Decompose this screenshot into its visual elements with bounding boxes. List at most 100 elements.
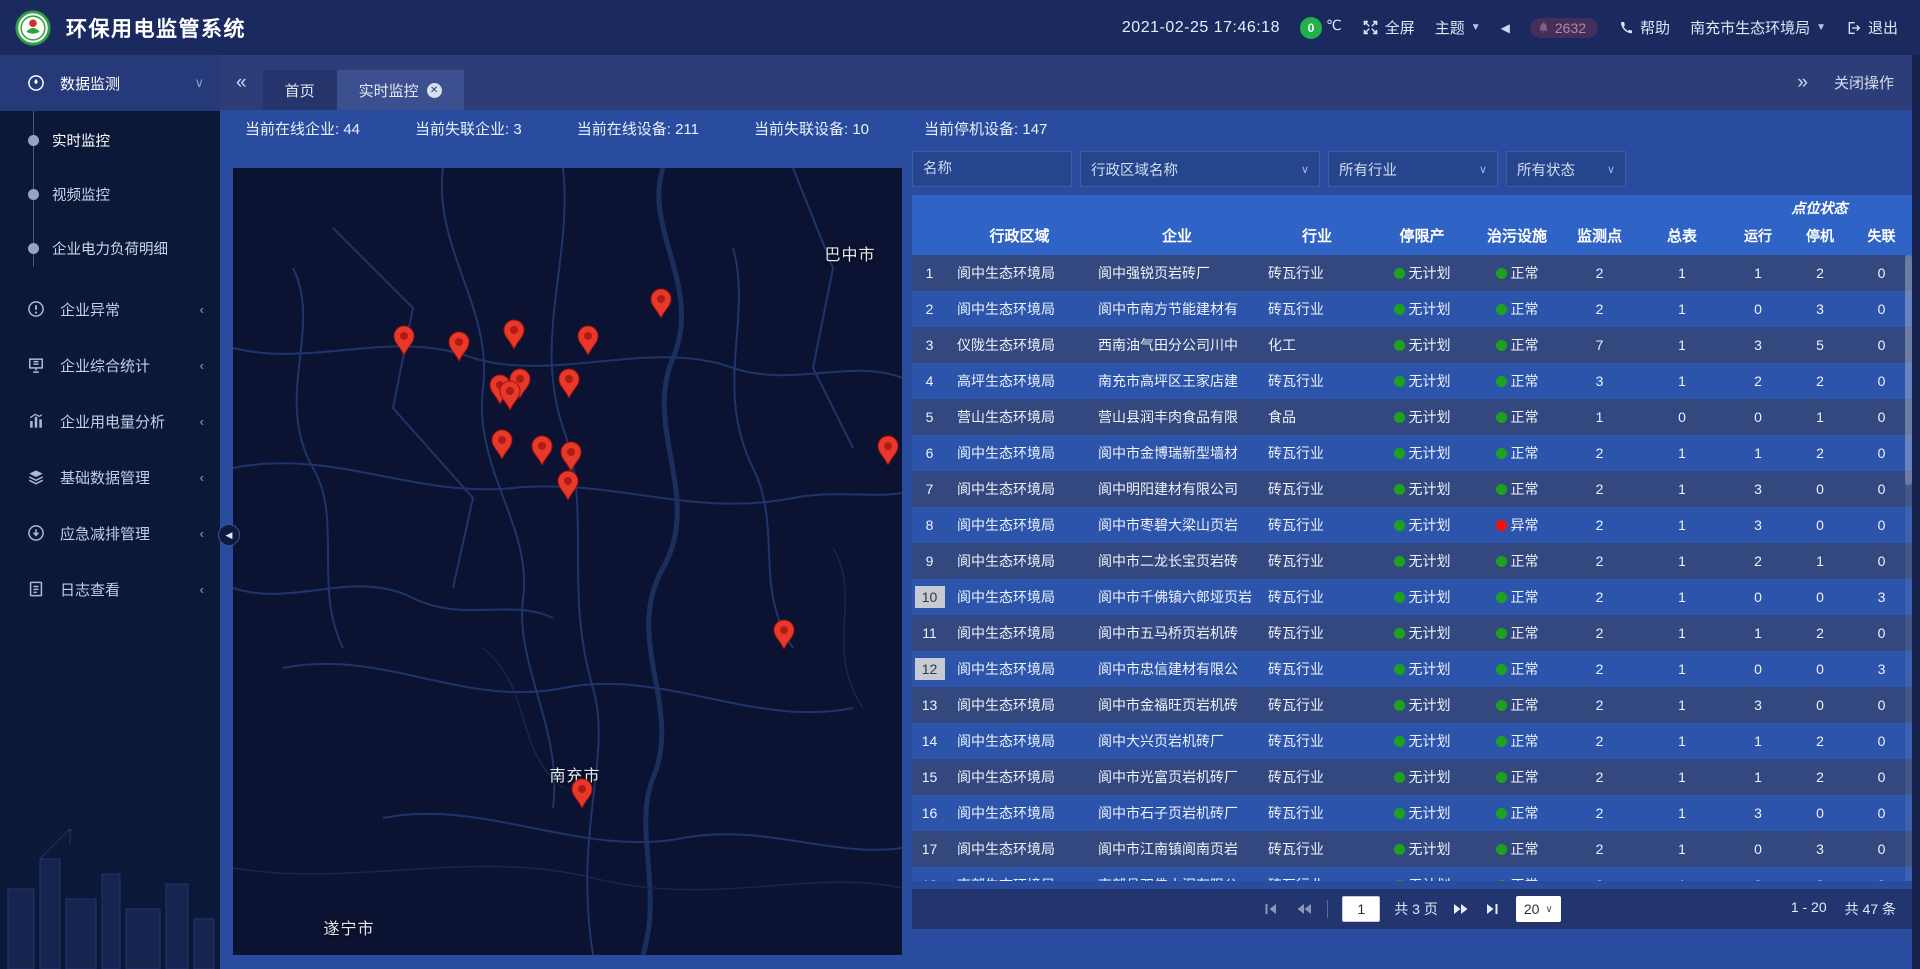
map-pin-icon[interactable] [577,325,599,355]
region-filter-select[interactable]: 行政区域名称 ∨ [1080,151,1320,187]
cell-index: 8 [912,514,947,536]
cell-total-meters: 1 [1637,625,1727,641]
map-pin-icon[interactable] [393,325,415,355]
status-filter-select[interactable]: 所有状态 ∨ [1506,151,1626,187]
sidebar-subitem[interactable]: 视频监控 [0,167,220,221]
sidebar-subitem[interactable]: 企业电力负荷明细 [0,221,220,275]
cell-industry: 砖瓦行业 [1262,875,1372,881]
map-pin-icon[interactable] [499,380,521,410]
notification-badge[interactable]: 2632 [1530,18,1598,38]
cell-stopped: 3 [1789,877,1851,881]
previous-page-button[interactable] [1295,901,1313,917]
sidebar-item-2[interactable]: 企业综合统计 ‹ [0,337,220,393]
map-pin-icon[interactable] [571,778,593,808]
map-collapse-handle[interactable]: ◀ [218,524,240,546]
cell-region: 阆中生态环境局 [947,263,1092,283]
cell-running: 0 [1727,589,1789,605]
cell-offline: 0 [1851,517,1912,533]
map-pin-icon[interactable] [531,435,553,465]
cell-industry: 砖瓦行业 [1262,695,1372,715]
table-row[interactable]: 8 阆中生态环境局 阆中市枣碧大梁山页岩 砖瓦行业 无计划 异常 2 1 3 0… [912,507,1912,543]
sidebar-item-4[interactable]: 基础数据管理 ‹ [0,449,220,505]
tab-home[interactable]: 首页 [263,70,337,110]
map-pin-icon[interactable] [650,288,672,318]
map-pin-icon[interactable] [503,319,525,349]
cell-industry: 食品 [1262,407,1372,427]
col-facility: 治污设施 [1472,225,1562,255]
table-row[interactable]: 10 阆中生态环境局 阆中市千佛镇六郎垭页岩 砖瓦行业 无计划 正常 2 1 0… [912,579,1912,615]
table-row[interactable]: 16 阆中生态环境局 阆中市石子页岩机砖厂 砖瓦行业 无计划 正常 2 1 3 … [912,795,1912,831]
map-roads [233,168,902,955]
table-row[interactable]: 2 阆中生态环境局 阆中市南方节能建材有 砖瓦行业 无计划 正常 2 1 0 3… [912,291,1912,327]
sidebar-item-3[interactable]: 企业用电量分析 ‹ [0,393,220,449]
app-title: 环保用电监管系统 [66,13,246,43]
table-row[interactable]: 3 仪陇生态环境局 西南油气田分公司川中 化工 无计划 正常 7 1 3 5 0 [912,327,1912,363]
sidebar-subitem[interactable]: 实时监控 [0,113,220,167]
tabs-scroll-right-icon[interactable]: » [1797,72,1808,94]
help-button[interactable]: 帮助 [1618,17,1670,38]
table-scrollbar[interactable] [1905,255,1912,881]
table-row[interactable]: 18 南部生态环境局 南部县双佛水泥有限公 砖瓦行业 无计划 正常 2 1 0 … [912,867,1912,881]
fullscreen-button[interactable]: 全屏 [1362,17,1415,38]
notification-bell-icon [1536,20,1551,35]
map-pin-icon[interactable] [560,441,582,471]
next-page-button[interactable] [1452,901,1470,917]
cell-running: 1 [1727,625,1789,641]
table-row[interactable]: 11 阆中生态环境局 阆中市五马桥页岩机砖 砖瓦行业 无计划 正常 2 1 1 … [912,615,1912,651]
table-row[interactable]: 1 阆中生态环境局 阆中强锐页岩砖厂 砖瓦行业 无计划 正常 2 1 1 2 0 [912,255,1912,291]
stats-bar: 当前在线企业: 44当前失联企业: 3当前在线设备: 211当前失联设备: 10… [245,118,1047,139]
sidebar-item-1[interactable]: 企业异常 ‹ [0,281,220,337]
cell-company: 南充市高坪区王家店建 [1092,371,1262,391]
sidebar-item-5[interactable]: 应急减排管理 ‹ [0,505,220,561]
cell-offline: 3 [1851,661,1912,677]
alert-icon [26,299,46,319]
table-row[interactable]: 4 高坪生态环境局 南充市高坪区王家店建 砖瓦行业 无计划 正常 3 1 2 2… [912,363,1912,399]
name-filter-input[interactable] [912,151,1072,187]
cell-monitor-points: 2 [1562,661,1637,677]
cell-industry: 砖瓦行业 [1262,659,1372,679]
page-size-value: 20 [1524,901,1540,917]
logout-button[interactable]: 退出 [1846,17,1898,38]
close-operations-button[interactable]: 关闭操作 [1834,72,1894,93]
cell-facility-status: 正常 [1472,551,1562,571]
table-row[interactable]: 9 阆中生态环境局 阆中市二龙长宝页岩砖 砖瓦行业 无计划 正常 2 1 2 1… [912,543,1912,579]
tab-close-icon[interactable]: ✕ [427,83,442,98]
last-page-button[interactable] [1484,901,1502,917]
sidebar-item-0[interactable]: 数据监测 ∨ [0,55,220,111]
page-number-input[interactable] [1342,896,1380,922]
tab-realtime-monitor[interactable]: 实时监控 ✕ [337,70,464,110]
tabs-scroll-left-icon[interactable]: « [220,72,263,94]
cell-offline: 0 [1851,769,1912,785]
announcement-collapse-icon[interactable]: ◀ [1501,21,1510,35]
page-size-select[interactable]: 20 ∨ [1516,896,1561,922]
map-pin-icon[interactable] [558,368,580,398]
cell-offline: 3 [1851,589,1912,605]
table-row[interactable]: 14 阆中生态环境局 阆中大兴页岩机砖厂 砖瓦行业 无计划 正常 2 1 1 2… [912,723,1912,759]
col-company: 企业 [1092,225,1262,255]
table-row[interactable]: 15 阆中生态环境局 阆中市光富页岩机砖厂 砖瓦行业 无计划 正常 2 1 1 … [912,759,1912,795]
status-dot-icon [1496,664,1507,675]
map-canvas[interactable]: 巴中市南充市遂宁市 [233,168,902,955]
app-logo-icon [14,9,52,47]
map-pin-icon[interactable] [491,429,513,459]
col-industry: 行业 [1262,225,1372,255]
map-pin-icon[interactable] [877,435,899,465]
theme-dropdown[interactable]: 主题 ▼ [1435,17,1481,38]
first-page-button[interactable] [1263,901,1281,917]
sidebar-item-6[interactable]: 日志查看 ‹ [0,561,220,617]
table-row[interactable]: 6 阆中生态环境局 阆中市金博瑞新型墙材 砖瓦行业 无计划 正常 2 1 1 2… [912,435,1912,471]
table-row[interactable]: 17 阆中生态环境局 阆中市江南镇阆南页岩 砖瓦行业 无计划 正常 2 1 0 … [912,831,1912,867]
table-row[interactable]: 7 阆中生态环境局 阆中明阳建材有限公司 砖瓦行业 无计划 正常 2 1 3 0… [912,471,1912,507]
datetime-display: 2021-02-25 17:46:18 [1122,19,1280,37]
table-row[interactable]: 13 阆中生态环境局 阆中市金福旺页岩机砖 砖瓦行业 无计划 正常 2 1 3 … [912,687,1912,723]
stat-item: 当前停机设备: 147 [924,118,1047,139]
map-pin-icon[interactable] [448,331,470,361]
map-pin-icon[interactable] [773,619,795,649]
status-dot-icon [1394,664,1405,675]
organization-dropdown[interactable]: 南充市生态环境局 ▼ [1690,17,1826,38]
map-pin-icon[interactable] [557,470,579,500]
cell-region: 阆中生态环境局 [947,803,1092,823]
table-row[interactable]: 5 营山生态环境局 营山县润丰肉食品有限 食品 无计划 正常 1 0 0 1 0 [912,399,1912,435]
industry-filter-select[interactable]: 所有行业 ∨ [1328,151,1498,187]
table-row[interactable]: 12 阆中生态环境局 阆中市忠信建材有限公 砖瓦行业 无计划 正常 2 1 0 … [912,651,1912,687]
